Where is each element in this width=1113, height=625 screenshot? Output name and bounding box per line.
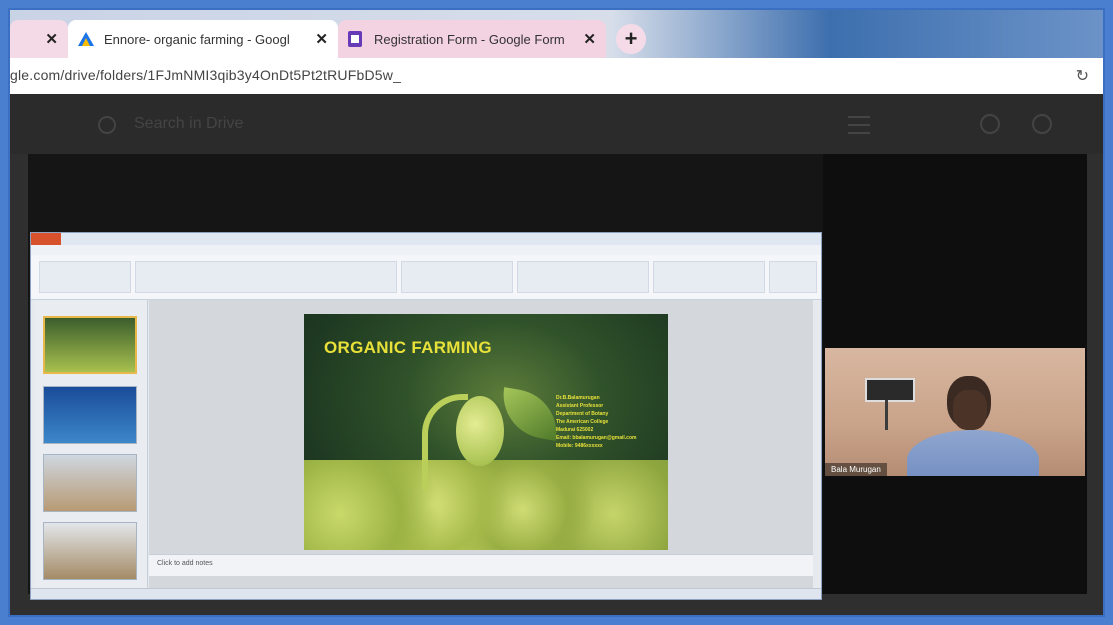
webcam-feed: Bala Murugan — [825, 348, 1085, 476]
powerpoint-statusbar — [31, 588, 821, 599]
drive-toolbar: Search in Drive — [10, 94, 1103, 154]
url-text[interactable]: gle.com/drive/folders/1FJmNMI3qib3y4OnDt… — [10, 67, 401, 83]
font-group[interactable] — [135, 261, 397, 293]
wall-wire — [885, 400, 888, 430]
file-tab[interactable] — [31, 233, 61, 245]
info-line: Mobile: 9486xxxxxx — [556, 443, 603, 449]
address-bar[interactable]: gle.com/drive/folders/1FJmNMI3qib3y4OnDt… — [10, 58, 1103, 95]
slide-thumbnail[interactable] — [43, 316, 137, 374]
info-line: Assistant Professor — [556, 403, 604, 409]
slide-thumbnail[interactable] — [43, 386, 137, 444]
presenter-info: Dr.B.Balamurugan Assistant Professor Dep… — [556, 394, 636, 450]
new-tab-button[interactable]: + — [616, 24, 646, 54]
sprout-seed — [456, 396, 504, 466]
current-slide[interactable]: ORGANIC FARMING Dr.B.Balamurugan Assista… — [304, 314, 668, 550]
powerpoint-titlebar — [31, 233, 821, 245]
sprout-leaf — [496, 387, 564, 441]
powerpoint-window: ORGANIC FARMING Dr.B.Balamurugan Assista… — [30, 232, 822, 600]
slide-thumbnails-pane — [35, 300, 148, 589]
ribbon-tabs[interactable] — [31, 245, 821, 255]
editing-group[interactable] — [769, 261, 817, 293]
close-icon[interactable]: ✕ — [45, 30, 58, 48]
ribbon — [31, 255, 821, 300]
participant-name: Bala Murugan — [825, 463, 887, 476]
reload-icon[interactable]: ↻ — [1076, 66, 1089, 86]
tab-organic-farming[interactable]: Ennore- organic farming - Googl ✕ — [68, 20, 338, 58]
moss-graphic — [304, 460, 668, 550]
arrange-group[interactable] — [653, 261, 765, 293]
slide-canvas: ORGANIC FARMING Dr.B.Balamurugan Assista… — [149, 300, 813, 589]
search-input[interactable]: Search in Drive — [134, 115, 243, 133]
info-line: Madurai 625002 — [556, 427, 594, 433]
google-forms-icon — [348, 31, 362, 47]
notes-field[interactable]: Click to add notes — [149, 554, 813, 576]
menu-icon[interactable] — [848, 116, 870, 134]
info-line: The American College — [556, 419, 609, 425]
settings-icon[interactable] — [1032, 114, 1052, 134]
close-icon[interactable]: ✕ — [315, 30, 328, 48]
tab-label: Ennore- organic farming - Googl — [104, 31, 290, 47]
search-icon[interactable] — [98, 116, 116, 134]
tab-registration-form[interactable]: Registration Form - Google Form ✕ — [338, 20, 606, 58]
tab-label: Registration Form - Google Form — [374, 31, 565, 47]
cloud-icon[interactable] — [980, 114, 1000, 134]
tab-previous[interactable]: ✕ — [10, 20, 68, 58]
info-line: Email: bbalamurugan@gmail.com — [556, 435, 637, 441]
wall-switch — [865, 378, 915, 402]
google-drive-icon — [78, 32, 94, 46]
person-face — [953, 390, 987, 430]
info-line: Dr.B.Balamurugan — [556, 395, 600, 401]
powerpoint-body: ORGANIC FARMING Dr.B.Balamurugan Assista… — [31, 300, 821, 589]
info-line: Department of Botany — [556, 411, 609, 417]
browser-window: ✕ Ennore- organic farming - Googl ✕ Regi… — [8, 8, 1105, 617]
close-icon[interactable]: ✕ — [583, 30, 596, 48]
clipboard-group[interactable] — [39, 261, 131, 293]
drawing-group[interactable] — [517, 261, 649, 293]
slide-thumbnail[interactable] — [43, 454, 137, 512]
tab-strip: ✕ Ennore- organic farming - Googl ✕ Regi… — [10, 10, 1103, 58]
person-shirt — [907, 430, 1039, 476]
paragraph-group[interactable] — [401, 261, 513, 293]
slide-title: ORGANIC FARMING — [324, 338, 492, 357]
slide-thumbnail[interactable] — [43, 522, 137, 580]
